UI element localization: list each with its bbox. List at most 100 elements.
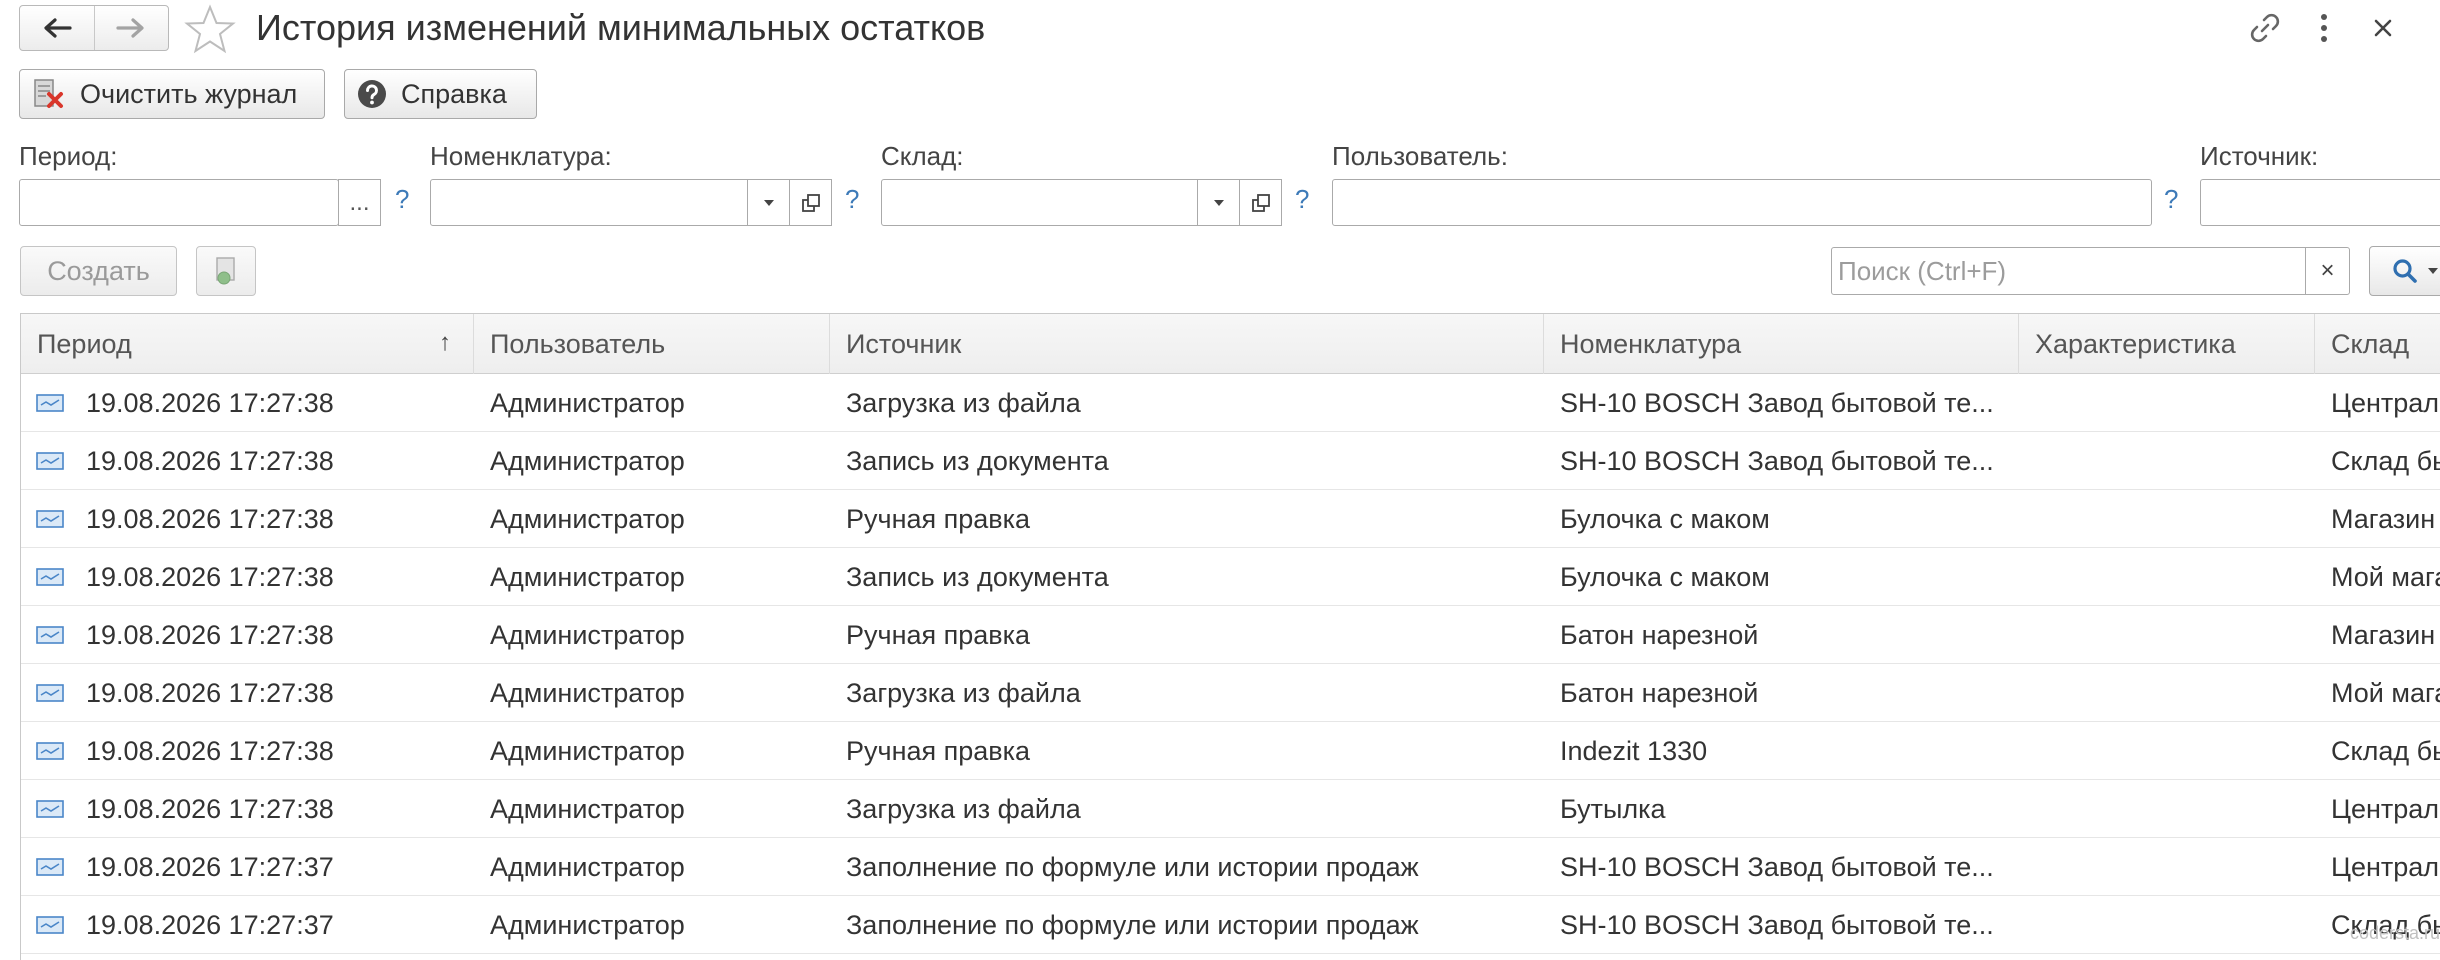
clear-log-label: Очистить журнал: [80, 78, 298, 109]
forward-button[interactable]: [93, 6, 169, 50]
cell-period: 19.08.2026 17:27:37: [86, 851, 334, 882]
warehouse-dropdown-button[interactable]: [1197, 179, 1240, 226]
cell-nomenclature: Батон нарезной: [1560, 606, 2010, 664]
table-row[interactable]: 19.08.2026 17:27:38 Администратор Ручная…: [21, 606, 2440, 664]
table-row[interactable]: 19.08.2026 17:27:37 Администратор Заполн…: [21, 838, 2440, 896]
cell-warehouse: Склад бы: [2331, 735, 2440, 766]
table-row[interactable]: 19.08.2026 17:27:38 Администратор Запись…: [21, 432, 2440, 490]
cell-nomenclature: Булочка с маком: [1560, 548, 2010, 606]
table-row[interactable]: 19.08.2026 17:27:38 Администратор Загруз…: [21, 374, 2440, 432]
source-label: Источник:: [2200, 141, 2319, 171]
table-header: Период ↑ Пользователь Источник Номенклат…: [21, 314, 2440, 374]
warehouse-open-button[interactable]: [1239, 179, 1282, 226]
nomenclature-label: Номенклатура:: [430, 141, 612, 171]
period-choose-button[interactable]: ...: [338, 179, 381, 226]
form-window: История изменений минимальных остатков О…: [0, 0, 2440, 960]
create-label: Создать: [47, 255, 150, 286]
column-header-characteristic[interactable]: Характеристика: [2019, 314, 2315, 374]
record-icon: [36, 742, 64, 760]
open-item-icon: [1251, 193, 1270, 212]
arrow-right-icon: [116, 18, 144, 38]
cell-characteristic: [2035, 548, 2305, 606]
cell-source: Загрузка из файла: [846, 387, 1081, 418]
column-header-label: Характеристика: [2035, 328, 2236, 359]
record-icon: [36, 510, 64, 528]
open-item-icon: [801, 193, 820, 212]
record-icon: [36, 568, 64, 586]
nomenclature-input[interactable]: [430, 179, 790, 226]
cell-warehouse: Магазин: [2331, 619, 2436, 650]
help-button[interactable]: Справка: [344, 69, 537, 119]
period-label: Период:: [19, 141, 118, 171]
close-icon: [2374, 19, 2392, 37]
table-row[interactable]: 19.08.2026 17:27:38 Администратор Ручная…: [21, 722, 2440, 780]
back-button[interactable]: [20, 6, 94, 50]
search-input[interactable]: [1831, 247, 2306, 295]
column-header-period[interactable]: Период ↑: [21, 314, 474, 374]
link-button[interactable]: [2245, 8, 2285, 48]
cell-period: 19.08.2026 17:27:38: [86, 793, 334, 824]
record-icon: [36, 626, 64, 644]
column-header-source[interactable]: Источник: [830, 314, 1544, 374]
cell-user: Администратор: [490, 735, 685, 766]
period-help[interactable]: ?: [395, 184, 409, 215]
help-circle-icon: [358, 80, 386, 108]
cell-source: Ручная правка: [846, 619, 1031, 650]
nomenclature-help[interactable]: ?: [845, 184, 859, 215]
copy-icon: [216, 257, 235, 285]
cell-nomenclature: SH-10 BOSCH Завод бытовой те...: [1560, 374, 2010, 432]
user-label: Пользователь:: [1332, 141, 1508, 171]
source-input[interactable]: [2200, 179, 2440, 226]
warehouse-label: Склад:: [881, 141, 964, 171]
column-header-warehouse[interactable]: Склад: [2315, 314, 2440, 374]
table-row[interactable]: 19.08.2026 17:27:38 Администратор Загруз…: [21, 780, 2440, 838]
nomenclature-open-button[interactable]: [789, 179, 832, 226]
cell-source: Загрузка из файла: [846, 793, 1081, 824]
table-row[interactable]: 19.08.2026 17:27:38 Администратор Запись…: [21, 548, 2440, 606]
search-button[interactable]: [2369, 246, 2440, 296]
cell-source: Ручная правка: [846, 735, 1031, 766]
cell-period: 19.08.2026 17:27:38: [86, 445, 334, 476]
more-actions-button[interactable]: [2304, 8, 2344, 48]
column-header-user[interactable]: Пользователь: [474, 314, 830, 374]
warehouse-input[interactable]: [881, 179, 1241, 226]
close-button[interactable]: [2363, 8, 2403, 48]
cell-user: Администратор: [490, 503, 685, 534]
cell-user: Администратор: [490, 677, 685, 708]
table-row[interactable]: 19.08.2026 17:27:38 Администратор Загруз…: [21, 664, 2440, 722]
record-icon: [36, 394, 64, 412]
history-table: Период ↑ Пользователь Источник Номенклат…: [20, 313, 2440, 960]
cell-user: Администратор: [490, 793, 685, 824]
table-row[interactable]: 19.08.2026 17:27:38 Администратор Ручная…: [21, 490, 2440, 548]
help-label: Справка: [401, 78, 507, 109]
warehouse-help[interactable]: ?: [1295, 184, 1309, 215]
table-body: 19.08.2026 17:27:38 Администратор Загруз…: [21, 374, 2440, 954]
create-button[interactable]: Создать: [20, 246, 177, 296]
copy-button[interactable]: [196, 246, 256, 296]
search-clear-button[interactable]: ×: [2305, 247, 2350, 295]
record-icon: [36, 916, 64, 934]
cell-nomenclature: SH-10 BOSCH Завод бытовой те...: [1560, 838, 2010, 896]
nomenclature-dropdown-button[interactable]: [747, 179, 790, 226]
cell-period: 19.08.2026 17:27:38: [86, 561, 334, 592]
favorite-star-icon[interactable]: [184, 4, 236, 56]
column-header-nomenclature[interactable]: Номенклатура: [1544, 314, 2019, 374]
cell-user: Администратор: [490, 909, 685, 940]
user-help[interactable]: ?: [2164, 184, 2178, 215]
cell-nomenclature-text: Булочка с маком: [1560, 562, 1770, 592]
cell-characteristic: [2035, 838, 2305, 896]
cell-source: Заполнение по формуле или истории продаж: [846, 909, 1419, 940]
cell-nomenclature: Батон нарезной: [1560, 664, 2010, 722]
cell-nomenclature: SH-10 BOSCH Завод бытовой те...: [1560, 432, 2010, 490]
period-input[interactable]: [19, 179, 339, 226]
cell-source: Ручная правка: [846, 503, 1031, 534]
cell-characteristic: [2035, 490, 2305, 548]
user-input[interactable]: [1332, 179, 2152, 226]
table-row[interactable]: 19.08.2026 17:27:37 Администратор Заполн…: [21, 896, 2440, 954]
cell-nomenclature-text: Булочка с маком: [1560, 504, 1770, 534]
cell-characteristic: [2035, 606, 2305, 664]
cell-user: Администратор: [490, 445, 685, 476]
cell-warehouse: Централ: [2331, 851, 2440, 882]
cell-period: 19.08.2026 17:27:38: [86, 619, 334, 650]
clear-log-button[interactable]: Очистить журнал: [19, 69, 325, 119]
